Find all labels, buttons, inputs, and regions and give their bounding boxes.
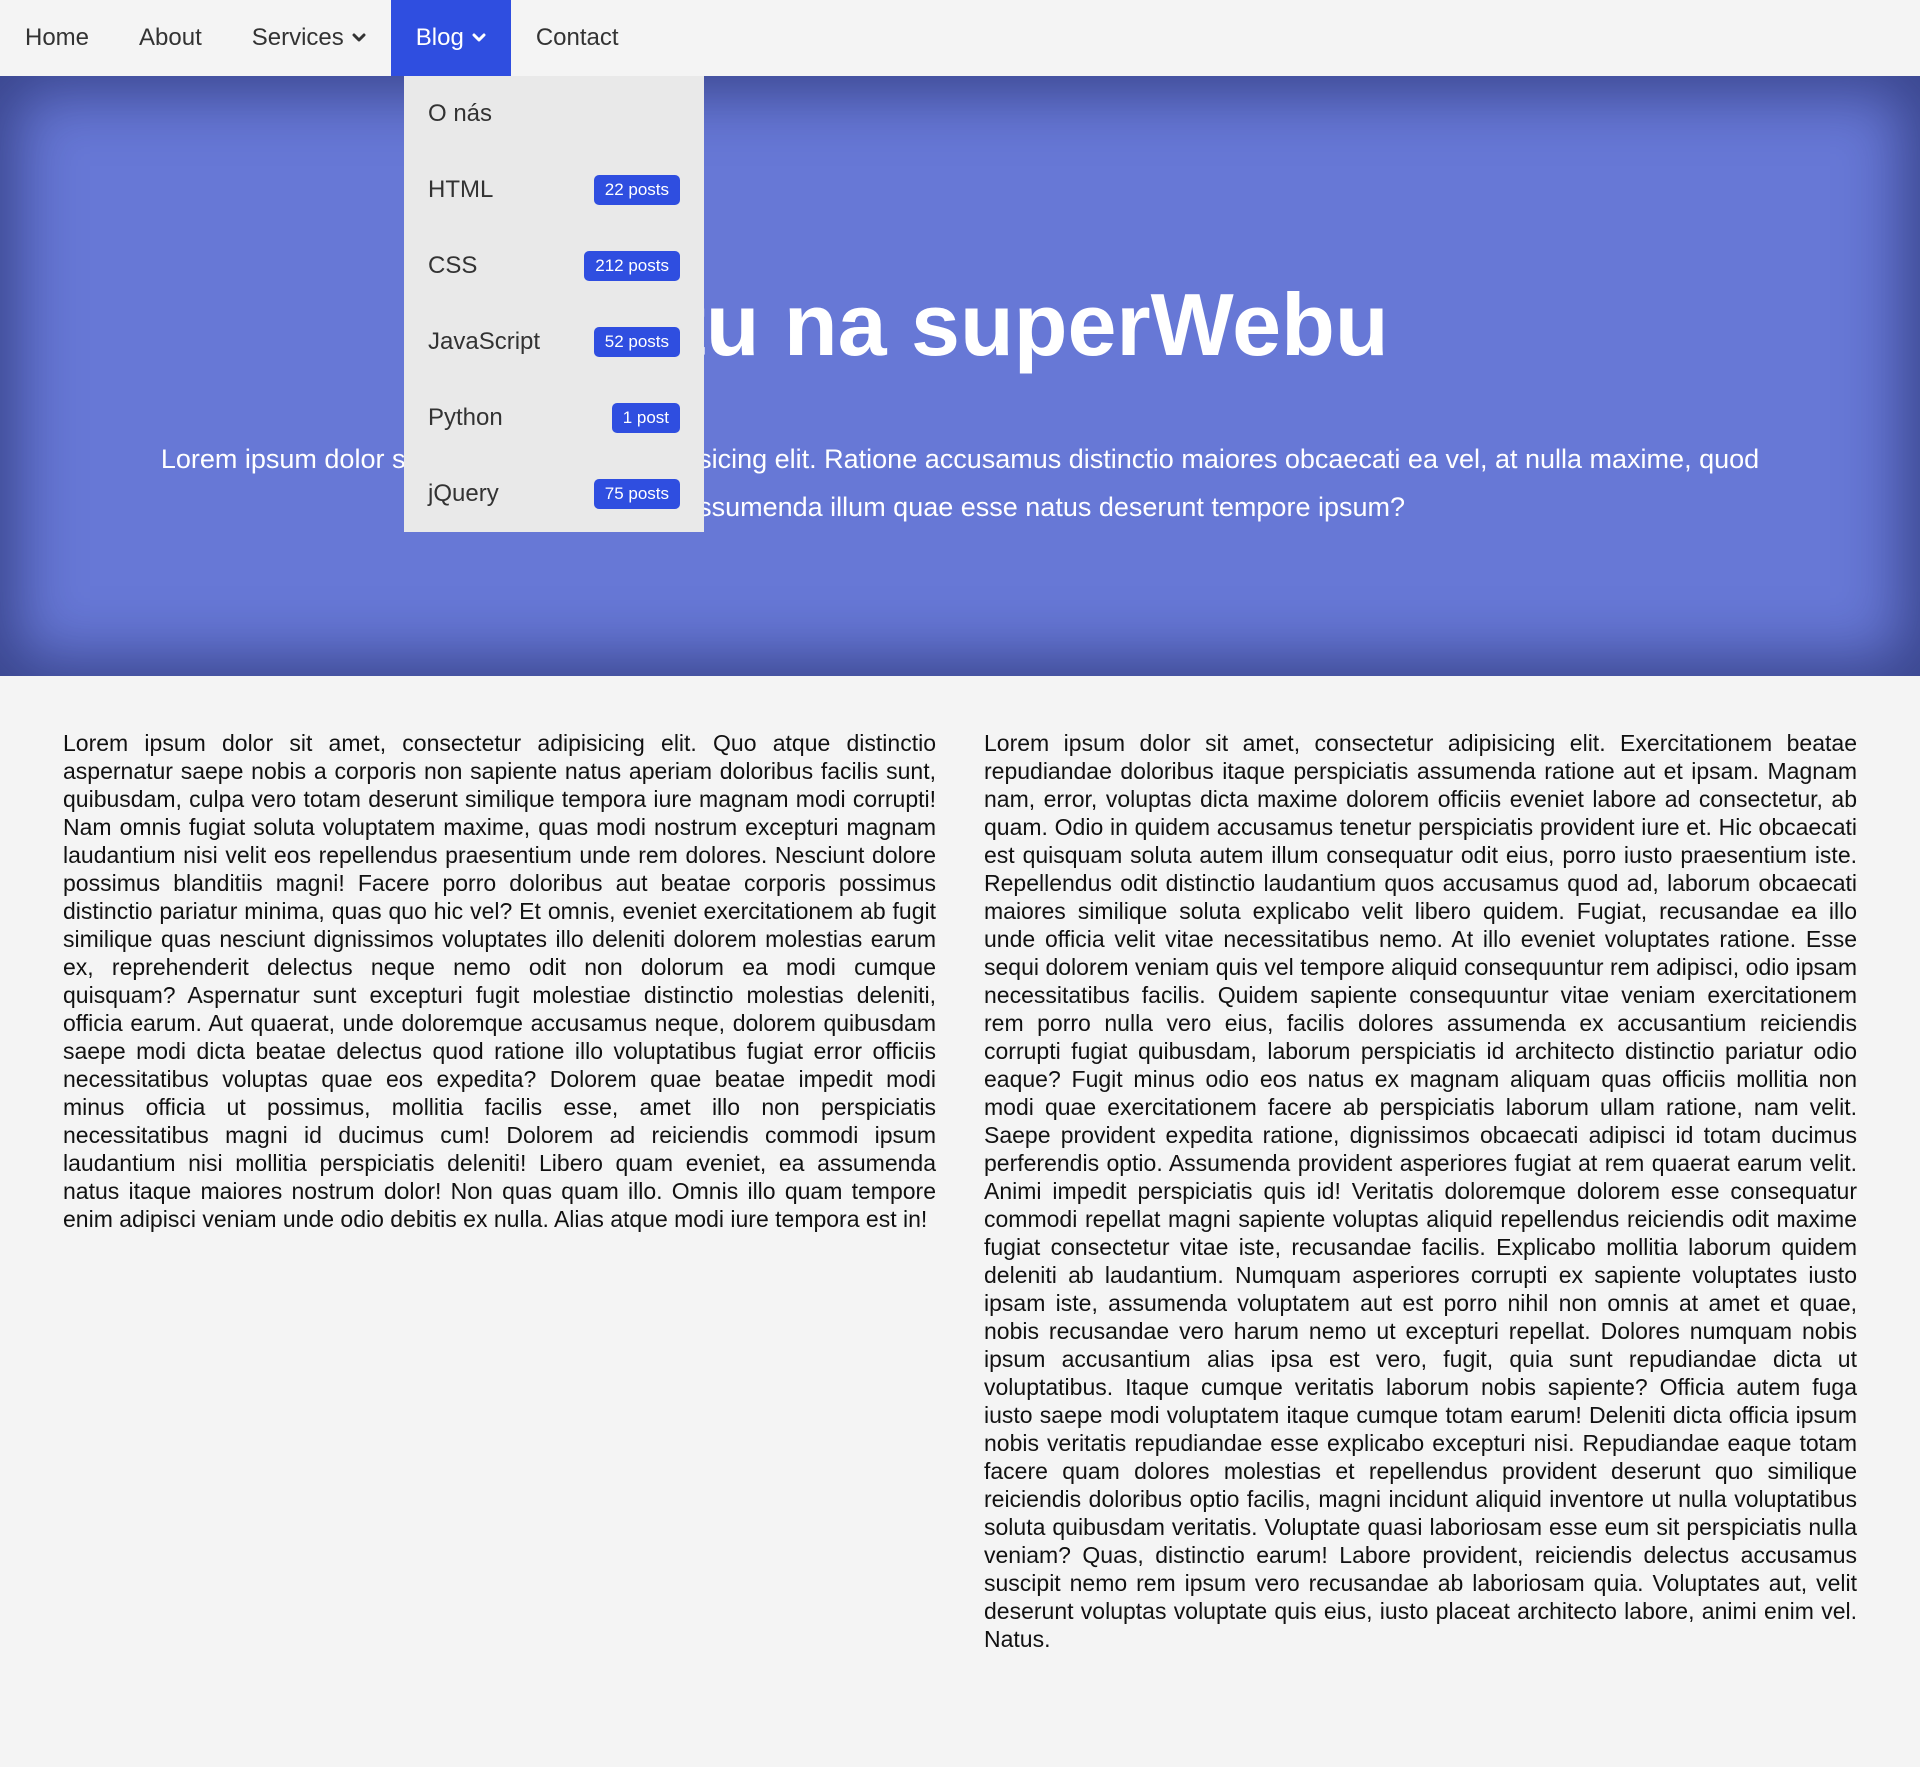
- chevron-down-icon: [352, 31, 366, 45]
- dropdown-item-o-nas[interactable]: O nás: [404, 76, 704, 152]
- nav-contact-label: Contact: [535, 24, 619, 51]
- hero-section: tu na superWebu Lorem ipsum dolor sit am…: [0, 76, 1920, 676]
- post-count-badge: 75 posts: [593, 479, 680, 509]
- nav-about-label: About: [139, 24, 202, 51]
- content-column-left: Lorem ipsum dolor sit amet, consectetur …: [63, 730, 936, 1232]
- dropdown-item-label: JavaScript: [428, 328, 541, 355]
- post-count-badge: 52 posts: [593, 327, 680, 357]
- hero-text: Lorem ipsum dolor sit amet consectetur a…: [160, 444, 1760, 522]
- nav-contact[interactable]: Contact: [511, 0, 644, 76]
- nav-services[interactable]: Services: [227, 0, 391, 76]
- dropdown-item-label: O nás: [428, 100, 493, 127]
- post-count-badge: 1 post: [611, 403, 680, 433]
- main-nav: Home About Services Blog Contact: [0, 0, 1920, 76]
- nav-services-label: Services: [251, 24, 344, 51]
- post-count-badge: 212 posts: [584, 251, 680, 281]
- hero-title: tu na superWebu: [676, 275, 1389, 374]
- post-count-badge: 22 posts: [593, 175, 680, 205]
- dropdown-item-python[interactable]: Python 1 post: [404, 380, 704, 456]
- nav-blog[interactable]: Blog: [390, 0, 511, 76]
- dropdown-item-html[interactable]: HTML 22 posts: [404, 152, 704, 228]
- nav-home[interactable]: Home: [0, 0, 114, 76]
- dropdown-item-label: HTML: [428, 176, 494, 203]
- main-content: Lorem ipsum dolor sit amet, consectetur …: [63, 729, 1857, 1653]
- content-column-right: Lorem ipsum dolor sit amet, consectetur …: [984, 730, 1857, 1652]
- nav-home-label: Home: [25, 24, 90, 51]
- nav-about[interactable]: About: [114, 0, 227, 76]
- dropdown-item-jquery[interactable]: jQuery 75 posts: [404, 456, 704, 532]
- nav-blog-label: Blog: [415, 24, 464, 51]
- dropdown-item-css[interactable]: CSS 212 posts: [404, 228, 704, 304]
- dropdown-item-label: jQuery: [428, 480, 499, 507]
- chevron-down-icon: [472, 31, 486, 45]
- blog-dropdown-menu: O nás HTML 22 posts CSS 212 posts JavaSc…: [404, 76, 704, 532]
- dropdown-item-javascript[interactable]: JavaScript 52 posts: [404, 304, 704, 380]
- dropdown-item-label: Python: [428, 404, 503, 431]
- dropdown-item-label: CSS: [428, 252, 478, 279]
